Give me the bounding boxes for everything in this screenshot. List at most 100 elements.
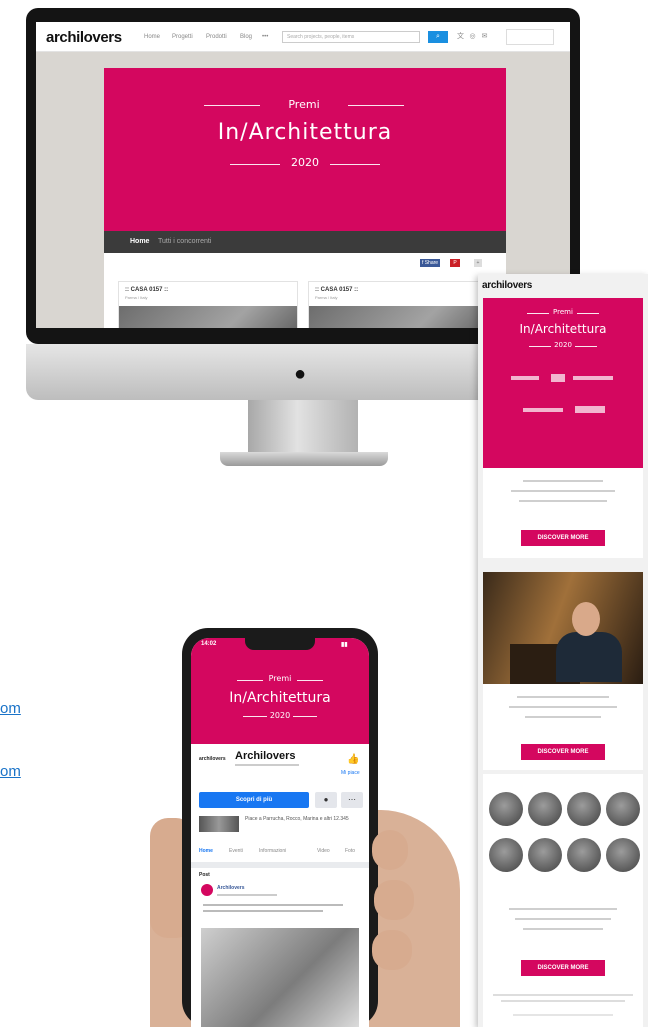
newsletter-preview: archilovers Premi In/Architettura 2020 D… (478, 274, 648, 1027)
divider (293, 716, 317, 717)
jury-avatar (606, 838, 640, 872)
post-image[interactable] (201, 928, 359, 1027)
friends-text: Piace a Parrucha, Rocco, Marina e altri … (245, 816, 349, 822)
friends-thumbnails (199, 816, 239, 832)
divider (330, 164, 380, 165)
footer-text-line (493, 994, 633, 996)
more-options-icon[interactable]: ⋯ (341, 792, 363, 808)
jury-avatar (606, 792, 640, 826)
divider (191, 862, 369, 868)
sponsor-logo (575, 406, 605, 413)
post-avatar[interactable] (201, 884, 213, 896)
jury-avatar (528, 792, 562, 826)
discover-more-button[interactable]: DISCOVER MORE (521, 960, 605, 976)
jury-avatar (489, 838, 523, 872)
search-button[interactable]: ⌕ (428, 31, 448, 43)
email-link[interactable]: om (0, 763, 21, 780)
tab-home[interactable]: Home (199, 848, 213, 854)
sponsor-logo (523, 408, 563, 412)
text-line (525, 716, 601, 718)
divider (575, 346, 597, 347)
post-text-line (203, 904, 343, 906)
site-header: archilovers Home Progetti Prodotti Blog … (36, 22, 570, 52)
tab-photos[interactable]: Foto (345, 848, 355, 854)
page-name[interactable]: Archilovers (235, 750, 296, 762)
like-label[interactable]: Mi piace (341, 770, 360, 776)
page-subtitle (235, 764, 299, 766)
battery-icon: ▮▮ (341, 642, 348, 648)
project-card[interactable]: :: CASA 0157 :: Parma / Italy (308, 281, 488, 328)
imac-foot (220, 452, 388, 466)
breadcrumb-current[interactable]: Tutti i concorrenti (158, 238, 211, 245)
globe-icon[interactable]: ◎ (468, 32, 477, 41)
discover-more-button[interactable]: DISCOVER MORE (521, 530, 605, 546)
tab-video[interactable]: Video (317, 848, 330, 854)
facebook-cover: 14:02 ▮▮ Premi In/Architettura 2020 (191, 638, 369, 744)
project-image (119, 306, 297, 328)
post-meta (217, 894, 277, 896)
footer-text-line (513, 1014, 613, 1016)
jury-avatar (489, 792, 523, 826)
like-icon[interactable]: 👍 (347, 754, 359, 765)
hero-title-main: In/Architettura (217, 120, 393, 145)
facebook-share-button[interactable]: f Share (420, 259, 440, 267)
nav-products[interactable]: Prodotti (206, 34, 227, 40)
divider (237, 680, 263, 681)
apple-logo-icon: ● (294, 363, 307, 385)
text-line (519, 500, 607, 502)
phone-hero-top: Premi (268, 674, 292, 683)
nav-blog[interactable]: Blog (240, 34, 252, 40)
email-link[interactable]: om (0, 700, 21, 717)
more-share-icon[interactable]: + (474, 259, 482, 267)
message-icon[interactable]: ✉ (480, 32, 489, 41)
newsletter-hero-top: Premi (553, 308, 573, 316)
breadcrumb-home[interactable]: Home (130, 238, 149, 245)
newsletter-logo[interactable]: archilovers (482, 280, 532, 291)
tab-info[interactable]: Informazioni (259, 848, 286, 854)
jury-avatar (567, 792, 601, 826)
finger (372, 830, 408, 870)
text-line (517, 696, 609, 698)
projects-grid: f Share P + :: CASA 0157 :: Parma / Ital… (104, 253, 506, 328)
speaker-body (556, 632, 622, 682)
newsletter-hero: Premi In/Architettura 2020 (483, 298, 643, 468)
divider (204, 105, 260, 106)
divider (297, 680, 323, 681)
nav-projects[interactable]: Progetti (172, 34, 193, 40)
page-tabs: Home Eventi Informazioni Video Foto (199, 848, 369, 856)
newsletter-section: DISCOVER MORE (483, 468, 643, 558)
nav-home[interactable]: Home (144, 34, 160, 40)
imac-stand (248, 400, 358, 452)
finger (374, 880, 414, 920)
learn-more-button[interactable]: Scopri di più (199, 792, 309, 808)
status-time: 14:02 (201, 641, 217, 647)
project-card[interactable]: :: CASA 0157 :: Parma / Italy (118, 281, 298, 328)
divider (527, 313, 549, 314)
site-logo[interactable]: archilovers (46, 29, 122, 46)
jury-avatar (567, 838, 601, 872)
search-input[interactable]: Search projects, people, items (282, 31, 420, 43)
post-author[interactable]: Archilovers (217, 885, 245, 891)
pinterest-share-button[interactable]: P (450, 259, 460, 267)
page-header: archilovers Archilovers 👍 Mi piace (191, 744, 369, 786)
jury-section: DISCOVER MORE (483, 774, 643, 1027)
post-text-line (203, 910, 323, 912)
text-line (509, 908, 617, 910)
user-menu[interactable] (506, 29, 554, 45)
speaker-head (572, 602, 600, 636)
sponsor-logo (573, 376, 613, 380)
phone-screen: 14:02 ▮▮ Premi In/Architettura 2020 arch… (191, 638, 369, 1027)
text-line (515, 918, 611, 920)
divider (348, 105, 404, 106)
page-avatar[interactable]: archilovers (199, 756, 226, 762)
text-line (509, 706, 617, 708)
messenger-icon[interactable]: ● (315, 792, 337, 808)
sponsor-logo (551, 374, 565, 382)
phone-hero-main: In/Architettura (229, 690, 331, 706)
footer-text-line (501, 1000, 625, 1002)
nav-more[interactable]: ••• (262, 34, 268, 40)
jury-avatar (528, 838, 562, 872)
translate-icon[interactable]: 文 (456, 32, 465, 41)
tab-events[interactable]: Eventi (229, 848, 243, 854)
discover-more-button[interactable]: DISCOVER MORE (521, 744, 605, 760)
